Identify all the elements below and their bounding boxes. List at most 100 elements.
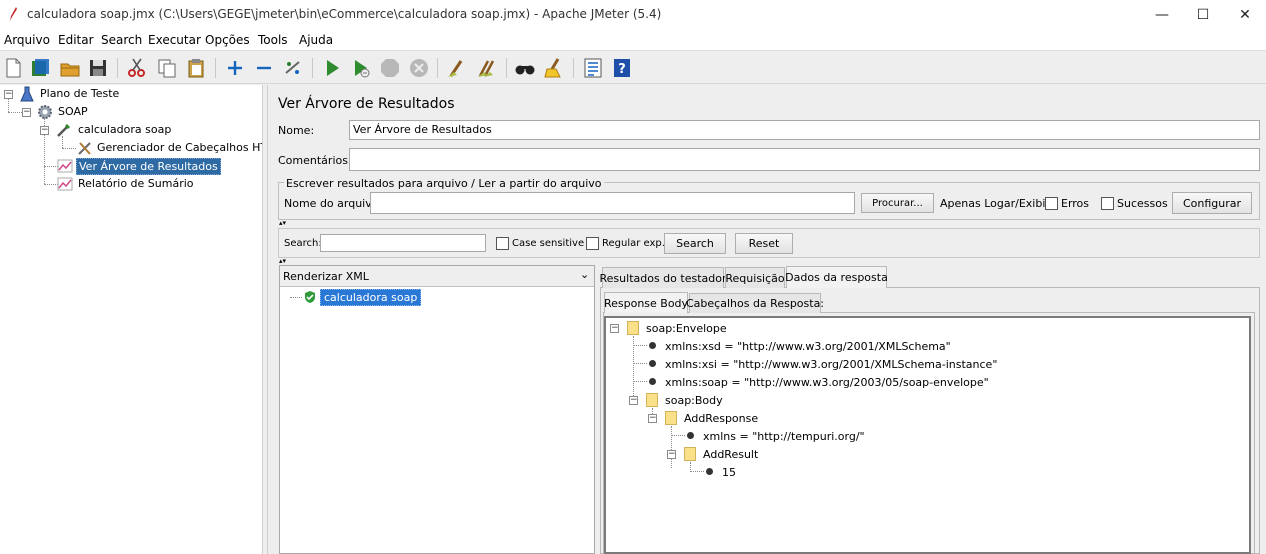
name-input[interactable]: Ver Árvore de Resultados: [349, 120, 1260, 140]
menu-executar[interactable]: Executar: [148, 33, 201, 47]
clear-all-icon[interactable]: [476, 57, 498, 79]
filename-label: Nome do arquivo: [284, 197, 379, 210]
xml-attr-soap[interactable]: xmlns:soap = "http://www.w3.org/2003/05/…: [665, 376, 989, 389]
tab-response-body[interactable]: Response Body: [604, 292, 688, 313]
xml-attr-xsd[interactable]: xmlns:xsd = "http://www.w3.org/2001/XMLS…: [665, 340, 951, 353]
search-icon[interactable]: [514, 57, 536, 79]
configure-button[interactable]: Configurar: [1172, 192, 1252, 214]
menu-ajuda[interactable]: Ajuda: [299, 33, 333, 47]
test-plan-icon: [19, 86, 35, 102]
help-icon[interactable]: ?: [611, 57, 633, 79]
start-icon[interactable]: [321, 57, 343, 79]
folder-icon: [684, 447, 696, 461]
menu-editar[interactable]: Editar: [58, 33, 94, 47]
listener-chart-icon: [57, 158, 73, 174]
clear-icon[interactable]: [446, 57, 468, 79]
shutdown-icon[interactable]: [408, 57, 430, 79]
browse-button[interactable]: Procurar...: [861, 193, 934, 213]
tree-item-sampler[interactable]: calculadora soap: [78, 123, 171, 136]
minimize-button[interactable]: —: [1139, 0, 1185, 30]
maximize-button[interactable]: ☐: [1180, 0, 1226, 30]
toolbar-separator: [312, 58, 313, 78]
xml-value[interactable]: 15: [722, 466, 736, 479]
xml-attr-xsi[interactable]: xmlns:xsi = "http://www.w3.org/2001/XMLS…: [665, 358, 997, 371]
successes-checkbox[interactable]: [1101, 197, 1114, 210]
split-arrows-icon[interactable]: ▴▾: [279, 220, 286, 227]
save-icon[interactable]: [87, 57, 109, 79]
summary-report-chart-icon: [57, 176, 73, 192]
tree-guide: [671, 435, 685, 436]
title-bar: calculadora soap.jmx (C:\Users\GEGE\jmet…: [0, 0, 1266, 30]
tree-item-plan[interactable]: Plano de Teste: [40, 87, 119, 100]
errors-label: Erros: [1061, 197, 1090, 210]
tab-response-headers[interactable]: Cabeçalhos da Resposta:: [686, 293, 824, 313]
menu-tools[interactable]: Tools: [258, 33, 288, 47]
expander-soap[interactable]: −: [22, 108, 31, 117]
toolbar-separator: [506, 58, 507, 78]
open-icon[interactable]: [59, 57, 81, 79]
menu-arquivo[interactable]: Arquivo: [4, 33, 50, 47]
menu-bar: Arquivo Editar Search Executar Opções To…: [0, 30, 1266, 51]
tree-guide: [690, 471, 704, 472]
errors-checkbox[interactable]: [1045, 197, 1058, 210]
reset-button[interactable]: Reset: [735, 233, 793, 254]
toggle-icon[interactable]: [282, 57, 304, 79]
function-helper-icon[interactable]: [582, 57, 604, 79]
tree-item-header-manager[interactable]: Gerenciador de Cabeçalhos HTTP: [97, 141, 280, 154]
xml-node-envelope[interactable]: soap:Envelope: [646, 322, 727, 335]
xml-attr-xmlns[interactable]: xmlns = "http://tempuri.org/": [703, 430, 865, 443]
search-input[interactable]: [320, 234, 486, 252]
test-plan-tree: − Plano de Teste − SOAP − calculadora so…: [0, 85, 280, 554]
templates-icon[interactable]: [29, 57, 51, 79]
reset-search-icon[interactable]: [543, 57, 565, 79]
stop-icon[interactable]: [379, 57, 401, 79]
expander-sampler[interactable]: −: [40, 126, 49, 135]
jmeter-feather-icon: [8, 7, 18, 21]
xml-node-addresponse[interactable]: AddResponse: [684, 412, 758, 425]
tree-item-summary[interactable]: Relatório de Sumário: [78, 177, 194, 190]
tab-sampler-results[interactable]: Resultados do testador: [600, 267, 727, 288]
tab-request[interactable]: Requisição: [725, 267, 785, 288]
tree-guide: [62, 148, 76, 149]
toolbar-separator: [573, 58, 574, 78]
window-title: calculadora soap.jmx (C:\Users\GEGE\jmet…: [27, 7, 662, 21]
toolbar-separator: [437, 58, 438, 78]
expander-plan[interactable]: −: [4, 90, 13, 99]
value-dot-icon: [706, 468, 713, 475]
search-label: Search:: [284, 238, 322, 249]
case-sensitive-checkbox[interactable]: [496, 237, 509, 250]
expander-addresult[interactable]: −: [667, 450, 676, 459]
filename-input[interactable]: [370, 192, 855, 214]
folder-icon: [665, 411, 677, 425]
success-shield-icon: [303, 290, 317, 304]
menu-opcoes[interactable]: Opções: [205, 33, 250, 47]
expander-body[interactable]: −: [629, 396, 638, 405]
xml-node-body[interactable]: soap:Body: [665, 394, 723, 407]
folder-icon: [646, 393, 658, 407]
successes-label: Sucessos: [1117, 197, 1168, 210]
split-arrows-icon[interactable]: ▴▾: [279, 258, 286, 265]
tree-item-soap[interactable]: SOAP: [58, 105, 88, 118]
menu-search[interactable]: Search: [101, 33, 142, 47]
collapse-icon[interactable]: [253, 57, 275, 79]
comments-input[interactable]: [349, 148, 1260, 171]
expander-envelope[interactable]: −: [610, 324, 619, 333]
search-button[interactable]: Search: [664, 233, 726, 254]
renderer-select[interactable]: Renderizar XML ⌄: [280, 266, 594, 287]
expand-icon[interactable]: [224, 57, 246, 79]
regular-exp-checkbox[interactable]: [586, 237, 599, 250]
result-sample-item[interactable]: calculadora soap: [320, 289, 422, 306]
close-button[interactable]: ✕: [1222, 0, 1266, 30]
cut-icon[interactable]: [126, 57, 148, 79]
paste-icon[interactable]: [185, 57, 207, 79]
copy-icon[interactable]: [156, 57, 178, 79]
xml-node-addresult[interactable]: AddResult: [703, 448, 758, 461]
attribute-dot-icon: [649, 378, 656, 385]
tab-response-data[interactable]: Dados da resposta: [785, 266, 888, 288]
start-no-pause-icon[interactable]: [350, 57, 372, 79]
tree-item-view-results[interactable]: Ver Árvore de Resultados: [76, 158, 221, 175]
comments-label: Comentários:: [278, 154, 352, 167]
tree-guide: [44, 184, 58, 185]
expander-addresponse[interactable]: −: [648, 414, 657, 423]
new-icon[interactable]: [2, 57, 24, 79]
